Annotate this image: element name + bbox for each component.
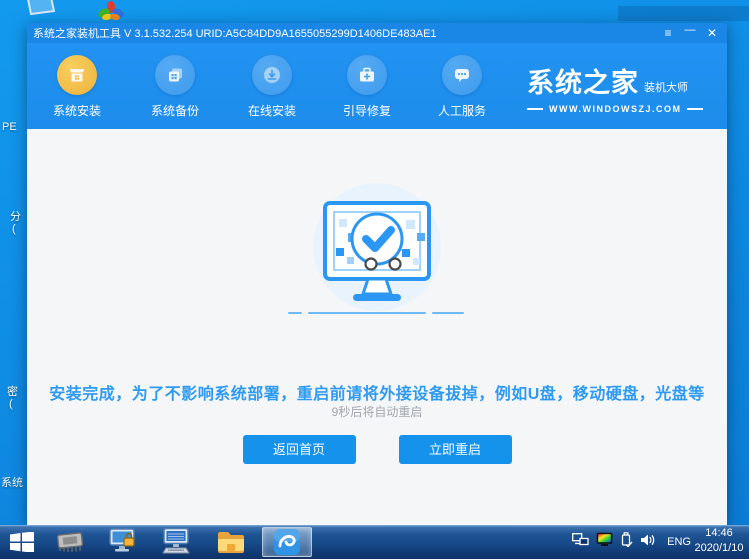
brand-rule-left: [527, 108, 543, 110]
menu-icon[interactable]: ≡: [657, 23, 679, 43]
brand-name: 系统之家: [527, 68, 639, 98]
restart-now-button[interactable]: 立即重启: [398, 435, 512, 464]
brand-tagline: 装机大师: [644, 82, 688, 94]
taskbar-item-file-explorer[interactable]: [211, 527, 251, 557]
return-home-button[interactable]: 返回首页: [242, 435, 356, 464]
restart-countdown: 9秒后将自动重启: [331, 405, 423, 419]
chat-bubble-icon: [442, 55, 482, 95]
installer-app-icon: [274, 529, 300, 555]
desktop-label-fragment: 系统: [1, 477, 23, 489]
nav-bar: 系统安装 系统备份 在线安装 引导修复 人工服务 系统之家 装机大师 WWW.W…: [27, 43, 727, 129]
memory-chip-icon: [56, 532, 84, 552]
brand-rule-right: [687, 108, 704, 110]
window-title: 系统之家装机工具 V 3.1.532.254 URID:A5C84DD9A165…: [33, 28, 437, 40]
tab-system-install[interactable]: 系统安装: [37, 55, 117, 119]
folder-icon: [218, 532, 244, 553]
windows-logo-icon: [10, 532, 34, 552]
desktop-label-fragment: (: [12, 223, 16, 235]
taskbar-item-screen-lock[interactable]: [103, 527, 143, 557]
desktop-label-fragment: PE: [2, 121, 17, 133]
taskbar-item-installer-app-active[interactable]: [262, 527, 312, 557]
clock-date: 2020/1/10: [694, 542, 744, 554]
tab-label: 在线安装: [247, 104, 296, 118]
tab-human-service[interactable]: 人工服务: [422, 55, 502, 119]
install-complete-illustration: [267, 175, 487, 330]
monitor-keyboard-icon: [162, 528, 190, 554]
tab-label: 引导修复: [342, 104, 391, 118]
network-icon[interactable]: [572, 532, 589, 552]
close-icon[interactable]: ✕: [701, 23, 723, 43]
title-bar[interactable]: 系统之家装机工具 V 3.1.532.254 URID:A5C84DD9A165…: [27, 23, 727, 43]
main-content: 安装完成，为了不影响系统部署，重启前请将外接设备拔掉，例如U盘，移动硬盘，光盘等…: [27, 129, 727, 525]
completion-message: 安装完成，为了不影响系统部署，重启前请将外接设备拔掉，例如U盘，移动硬盘，光盘等: [49, 386, 705, 403]
tab-label: 系统备份: [150, 104, 199, 118]
desktop-icon-monitor[interactable]: [25, 0, 57, 24]
language-indicator[interactable]: ENG: [667, 536, 691, 548]
taskbar: ENG 14:46 2020/1/10: [0, 525, 749, 559]
desktop-label-fragment: (: [9, 398, 13, 410]
desktop: PE 分 ( 密 ( 系统 系统之家装机工具 V 3.1.532.254 URI…: [0, 0, 749, 559]
backup-windows-icon: [155, 55, 195, 95]
taskbar-clock[interactable]: 14:46 2020/1/10: [691, 526, 747, 558]
display-settings-icon[interactable]: [596, 532, 613, 552]
taskbar-item-remote-pc[interactable]: [156, 527, 196, 557]
toolbox-plus-icon: [347, 55, 387, 95]
download-icon: [252, 55, 292, 95]
tab-boot-repair[interactable]: 引导修复: [327, 55, 407, 119]
usb-device-icon[interactable]: [620, 532, 633, 552]
brand-logo: 系统之家 装机大师 WWW.WINDOWSZJ.COM: [527, 70, 719, 114]
start-button[interactable]: [4, 527, 40, 557]
background-window-edge: [618, 6, 749, 21]
minimize-icon[interactable]: —: [679, 23, 701, 43]
brand-site-url: WWW.WINDOWSZJ.COM: [549, 104, 682, 114]
taskbar-item-chip[interactable]: [52, 527, 88, 557]
monitor-lock-icon: [109, 528, 135, 552]
tab-system-backup[interactable]: 系统备份: [135, 55, 215, 119]
desktop-label-fragment: 分: [10, 211, 21, 223]
volume-icon[interactable]: [640, 533, 657, 552]
system-tray: ENG: [572, 525, 691, 559]
clock-time: 14:46: [705, 527, 733, 539]
tab-label: 系统安装: [52, 104, 101, 118]
tab-online-install[interactable]: 在线安装: [232, 55, 312, 119]
tab-label: 人工服务: [437, 104, 486, 118]
desktop-label-fragment: 密: [7, 386, 18, 398]
install-box-icon: [57, 55, 97, 95]
app-window: 系统之家装机工具 V 3.1.532.254 URID:A5C84DD9A165…: [27, 23, 727, 525]
